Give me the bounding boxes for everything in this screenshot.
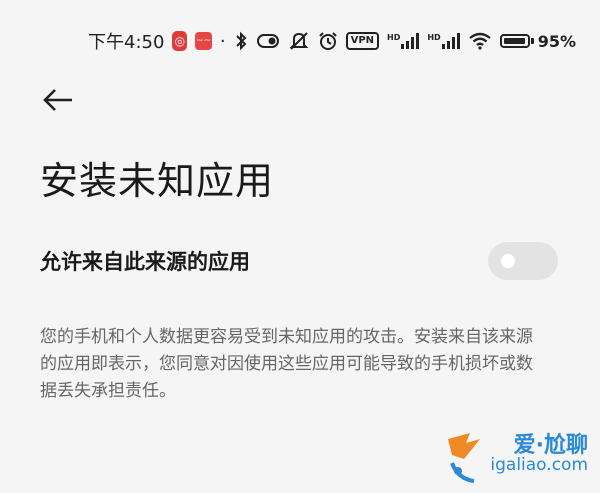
bluetooth-icon: [234, 31, 248, 51]
page-title: 安装未知应用: [40, 159, 275, 203]
battery-fill: [503, 38, 525, 44]
status-bar: 下午4:50 ◎ ~~ · VPN HD HD 95%: [88, 26, 576, 56]
hd-label-2: HD: [427, 33, 441, 42]
mute-icon: [288, 31, 310, 51]
vpn-icon: VPN: [345, 32, 380, 50]
allow-source-label: 允许来自此来源的应用: [40, 250, 250, 274]
back-button[interactable]: [38, 82, 78, 118]
battery-percent: 95%: [537, 31, 576, 51]
warning-description: 您的手机和个人数据更容易受到未知应用的攻击。安装来自该来源的应用即表示，您同意对…: [40, 327, 533, 401]
nfc-toggle-icon: [256, 32, 280, 50]
allow-source-toggle[interactable]: [488, 242, 558, 280]
battery-body: [499, 34, 530, 48]
notification-app-icon-2: ~~: [195, 32, 212, 50]
signal-strength-icon-1: HD: [387, 33, 420, 49]
battery-tip: [530, 38, 534, 44]
allow-source-setting-row[interactable]: 允许来自此来源的应用: [40, 236, 558, 286]
site-watermark: 爱·尬聊 igaliao.com: [440, 423, 600, 493]
watermark-url: igaliao.com: [490, 455, 588, 475]
signal-strength-icon-2: HD: [427, 33, 460, 49]
alarm-icon: [318, 31, 338, 51]
more-notifications-dot: ·: [219, 30, 226, 52]
notification-app-icon: ◎: [172, 31, 188, 51]
arrow-left-icon: [43, 89, 72, 111]
watermark-logo-icon: [448, 433, 480, 483]
settings-screen: 下午4:50 ◎ ~~ · VPN HD HD 95% 安装未知应用 允许来自此…: [0, 0, 600, 493]
status-time: 下午4:50: [88, 32, 165, 53]
toggle-knob: [501, 254, 515, 268]
hd-label-1: HD: [387, 33, 401, 42]
wifi-icon: [468, 32, 492, 50]
battery-icon: 95%: [499, 31, 576, 51]
